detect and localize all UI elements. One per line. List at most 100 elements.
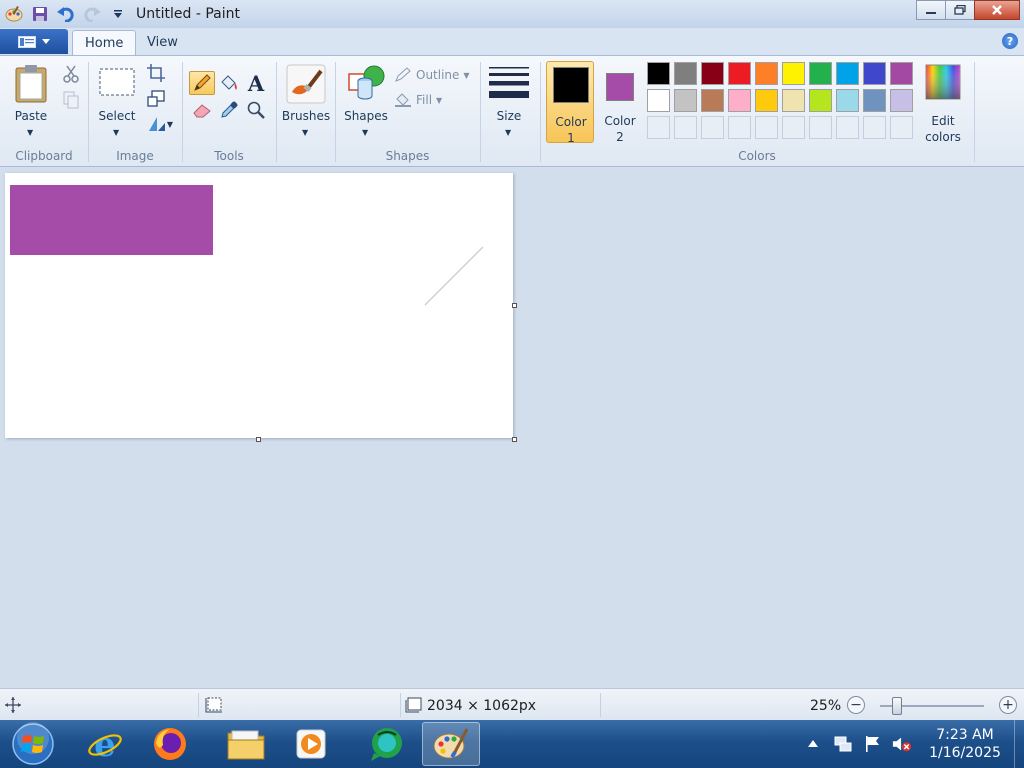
start-button[interactable] — [8, 722, 58, 766]
select-button[interactable]: Select ▼ — [94, 62, 140, 142]
tab-home[interactable]: Home — [72, 30, 137, 55]
color2-button[interactable]: Color 2 — [596, 61, 644, 144]
palette-swatch[interactable] — [755, 89, 778, 112]
redo-icon[interactable] — [82, 4, 102, 24]
selection-size-icon — [205, 697, 222, 713]
palette-swatch[interactable] — [782, 89, 805, 112]
taskbar-paint[interactable] — [422, 722, 480, 766]
shapes-button[interactable]: Shapes ▼ — [340, 62, 392, 142]
restore-button[interactable] — [945, 0, 975, 20]
resize-handle-corner[interactable] — [512, 437, 517, 442]
palette-swatch[interactable] — [674, 62, 697, 85]
shapes-icon — [348, 65, 385, 100]
palette-swatch-custom[interactable] — [755, 116, 778, 139]
resize-handle-bottom[interactable] — [256, 437, 261, 442]
color-picker-tool-button[interactable] — [216, 98, 242, 122]
firefox-icon — [154, 728, 186, 760]
show-hidden-icons-button[interactable] — [803, 734, 823, 754]
palette-swatch[interactable] — [647, 89, 670, 112]
resize-icon — [147, 90, 165, 107]
taskbar-clock[interactable]: 7:23 AM 1/16/2025 — [924, 726, 1006, 762]
edit-colors-button[interactable]: Edit colors — [920, 62, 966, 144]
zoom-slider-thumb[interactable] — [892, 697, 903, 715]
palette-swatch[interactable] — [836, 62, 859, 85]
group-separator — [182, 62, 183, 162]
palette-swatch[interactable] — [647, 62, 670, 85]
palette-swatch[interactable] — [755, 62, 778, 85]
palette-swatch[interactable] — [809, 62, 832, 85]
taskbar-internet-explorer[interactable]: e — [76, 722, 134, 766]
canvas-workspace[interactable] — [0, 168, 1024, 688]
resize-handle-right[interactable] — [512, 303, 517, 308]
taskbar-chat-app[interactable] — [357, 722, 415, 766]
fill-bucket-icon — [395, 93, 411, 107]
paint-menu-button[interactable] — [0, 29, 68, 54]
palette-swatch-custom[interactable] — [782, 116, 805, 139]
palette-swatch[interactable] — [836, 89, 859, 112]
fill-tool-button[interactable] — [216, 71, 242, 95]
palette-swatch[interactable] — [863, 89, 886, 112]
tab-view[interactable]: View — [135, 30, 190, 55]
cut-button[interactable] — [58, 62, 84, 86]
drawing-canvas[interactable] — [5, 173, 513, 438]
pencil-tool-button[interactable] — [189, 71, 215, 95]
resize-button[interactable] — [143, 87, 169, 111]
palette-swatch[interactable] — [782, 62, 805, 85]
palette-swatch[interactable] — [674, 89, 697, 112]
copy-button[interactable] — [58, 88, 84, 112]
group-separator — [335, 62, 336, 162]
palette-swatch-custom[interactable] — [863, 116, 886, 139]
group-separator — [540, 62, 541, 162]
color2-swatch — [606, 73, 634, 101]
palette-swatch[interactable] — [809, 89, 832, 112]
undo-icon[interactable] — [56, 4, 76, 24]
copy-icon — [63, 91, 79, 109]
chevron-down-icon: ▼ — [166, 119, 174, 129]
network-icon — [834, 736, 852, 752]
paint-app-icon[interactable] — [4, 4, 24, 24]
palette-swatch-custom[interactable] — [809, 116, 832, 139]
zoom-in-button[interactable]: + — [999, 696, 1017, 714]
taskbar: e 7:23 AM 1/16/2025 — [0, 720, 1024, 768]
show-desktop-button[interactable] — [1014, 720, 1024, 768]
palette-swatch-custom[interactable] — [647, 116, 670, 139]
palette-swatch[interactable] — [728, 89, 751, 112]
palette-swatch[interactable] — [701, 89, 724, 112]
volume-tray-icon[interactable] — [892, 734, 912, 754]
zoom-out-button[interactable]: − — [847, 696, 865, 714]
palette-swatch[interactable] — [863, 62, 886, 85]
palette-swatch[interactable] — [701, 62, 724, 85]
chevron-down-icon: ▼ — [436, 95, 443, 105]
clock-date: 1/16/2025 — [929, 745, 1001, 761]
rotate-button[interactable]: ▼ — [143, 112, 177, 136]
eraser-tool-button[interactable] — [189, 98, 215, 122]
action-center-tray-icon[interactable] — [863, 734, 883, 754]
palette-swatch-custom[interactable] — [836, 116, 859, 139]
magnifier-tool-button[interactable] — [243, 98, 269, 122]
palette-swatch[interactable] — [728, 62, 751, 85]
text-tool-button[interactable]: A — [243, 71, 269, 96]
minimize-button[interactable] — [916, 0, 946, 20]
help-button[interactable]: ? — [1002, 33, 1018, 49]
palette-swatch-custom[interactable] — [701, 116, 724, 139]
taskbar-media-player[interactable] — [282, 722, 340, 766]
fill-button[interactable]: Fill ▼ — [394, 90, 474, 110]
taskbar-file-explorer[interactable] — [217, 722, 275, 766]
crop-button[interactable] — [143, 61, 169, 85]
taskbar-firefox[interactable] — [141, 722, 199, 766]
paste-button[interactable]: Paste ▼ — [8, 62, 54, 142]
canvas-purple-rectangle — [10, 185, 213, 255]
size-button[interactable]: Size ▼ — [485, 62, 533, 142]
palette-swatch-custom[interactable] — [674, 116, 697, 139]
close-button[interactable] — [974, 0, 1020, 20]
brushes-button[interactable]: Brushes ▼ — [280, 62, 332, 142]
color1-button[interactable]: Color 1 — [546, 61, 594, 145]
network-tray-icon[interactable] — [833, 734, 853, 754]
qat-dropdown-icon[interactable] — [108, 4, 128, 24]
save-icon[interactable] — [30, 4, 50, 24]
palette-swatch[interactable] — [890, 62, 913, 85]
palette-swatch-custom[interactable] — [728, 116, 751, 139]
palette-swatch[interactable] — [890, 89, 913, 112]
outline-button[interactable]: Outline ▼ — [394, 65, 474, 85]
palette-swatch-custom[interactable] — [890, 116, 913, 139]
